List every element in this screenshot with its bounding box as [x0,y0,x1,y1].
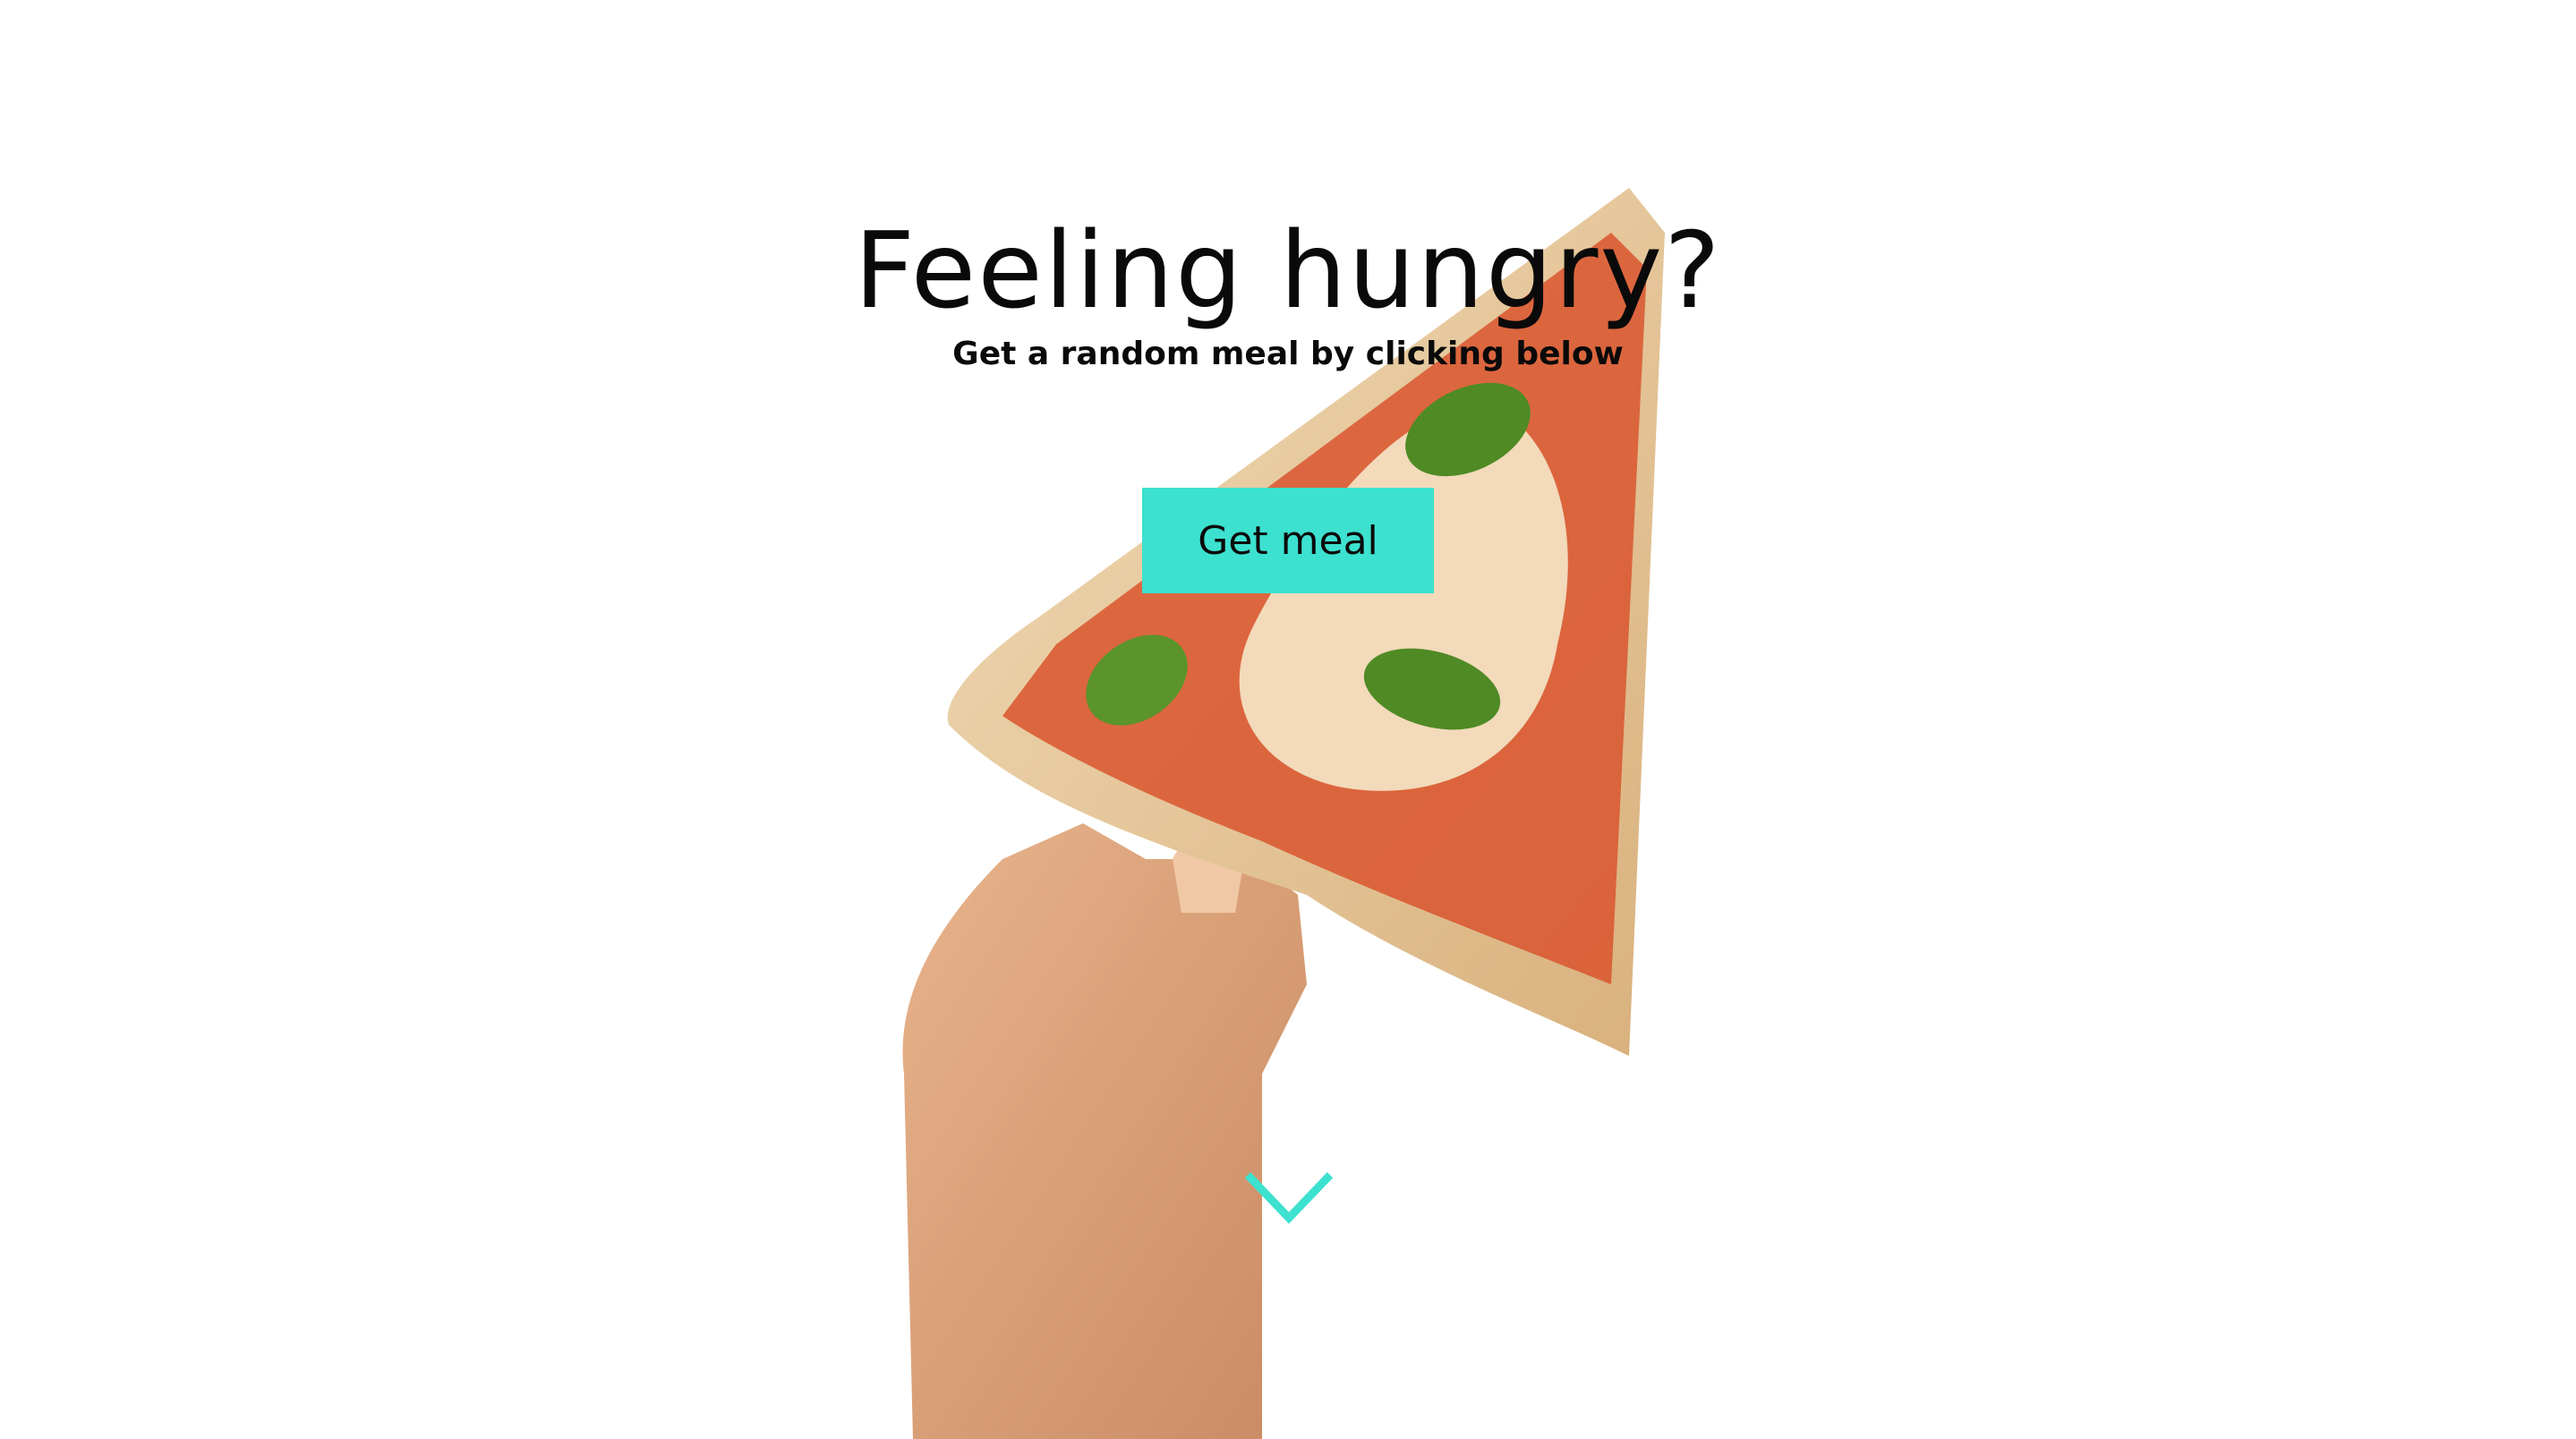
get-meal-button[interactable]: Get meal [1142,488,1434,593]
page-subtitle: Get a random meal by clicking below [952,336,1624,372]
chevron-down-icon[interactable] [1242,1168,1335,1227]
hand-shape [902,823,1307,1439]
page-title: Feeling hungry? [854,209,1722,332]
landing-page: Feeling hungry? Get a random meal by cli… [0,0,2576,1439]
